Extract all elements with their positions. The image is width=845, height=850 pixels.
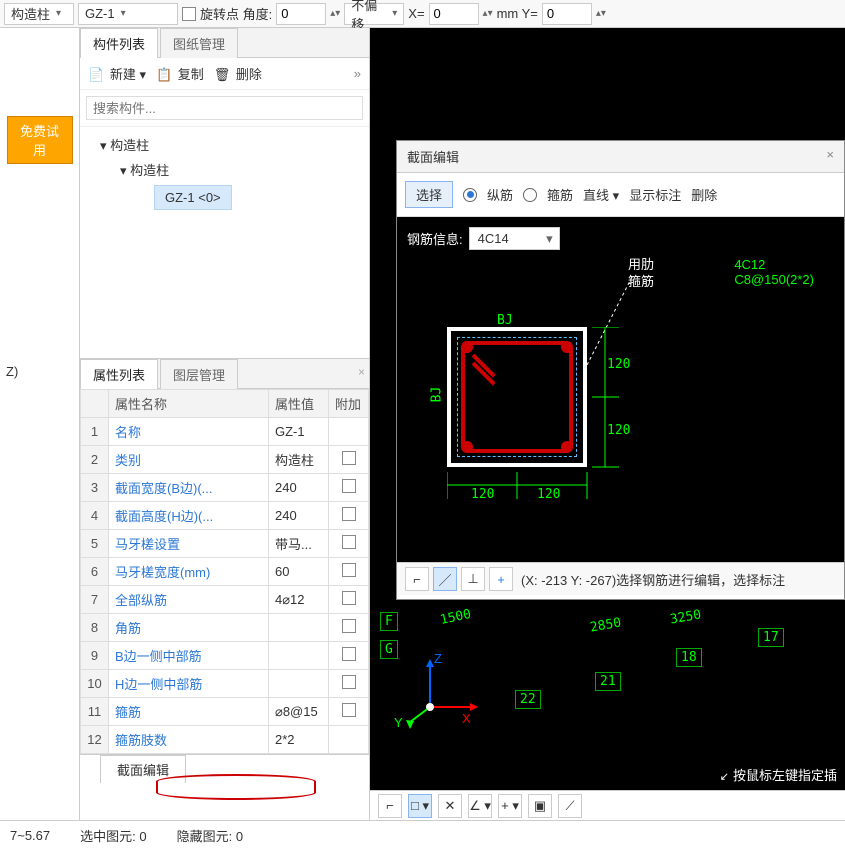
select-mode-button[interactable]: 选择 <box>405 181 453 208</box>
snap-arc-icon[interactable]: ⟋ <box>558 794 582 818</box>
property-row[interactable]: 10H边一侧中部筋 <box>81 670 369 698</box>
x-label: X= <box>408 6 424 21</box>
delete-button[interactable]: 🗑 删除 <box>214 64 262 83</box>
property-row[interactable]: 3截面宽度(B边)(...240 <box>81 474 369 502</box>
dim-bj-left: BJ <box>429 387 444 403</box>
line-tool[interactable]: 直线 ▾ <box>583 185 619 204</box>
x-input[interactable] <box>429 3 479 25</box>
rotation-label: 旋转点 角度: <box>200 4 272 23</box>
component-name-select[interactable]: GZ-1▾ <box>78 3 178 25</box>
property-row[interactable]: 2类别构造柱 <box>81 446 369 474</box>
dlg-tool-4-icon[interactable]: + <box>489 567 513 591</box>
radio-longitudinal[interactable] <box>463 188 477 202</box>
dimension-lines <box>447 327 647 507</box>
snap-plus-icon[interactable]: + ▾ <box>498 794 522 818</box>
mm-y-label: mm Y= <box>497 6 538 21</box>
annot-rebar-text: 4C12C8@150(2*2) <box>734 257 814 287</box>
checkbox[interactable] <box>342 619 356 633</box>
dlg-status-text: (X: -213 Y: -267)选择钢筋进行编辑，选择标注 <box>521 570 785 589</box>
property-row[interactable]: 1名称GZ-1 <box>81 418 369 446</box>
checkbox[interactable] <box>342 507 356 521</box>
section-editor-dialog: 截面编辑 × 选择 纵筋 箍筋 直线 ▾ 显示标注 删除 钢筋信息: 4C14 … <box>396 140 845 600</box>
property-row[interactable]: 5马牙槎设置带马... <box>81 530 369 558</box>
snap-cross-icon[interactable]: ✕ <box>438 794 462 818</box>
rebar-info-select[interactable]: 4C14 <box>469 227 560 250</box>
more-icon[interactable]: » <box>354 66 361 81</box>
status-hidden: 隐藏图元: 0 <box>177 826 243 845</box>
y-input[interactable] <box>542 3 592 25</box>
tree-node-2[interactable]: ▾ 构造柱 <box>120 160 357 179</box>
checkbox[interactable] <box>342 535 356 549</box>
status-range: 7~5.67 <box>10 828 50 843</box>
dlg-tool-3-icon[interactable]: ⊥ <box>461 567 485 591</box>
rebar-info-label: 钢筋信息: <box>407 229 463 248</box>
search-input[interactable] <box>86 96 363 120</box>
checkbox[interactable] <box>342 451 356 465</box>
tab-layer-mgmt[interactable]: 图层管理 <box>160 359 238 389</box>
rotation-checkbox[interactable] <box>182 7 196 21</box>
dlg-delete-button[interactable]: 删除 <box>691 185 717 204</box>
checkbox[interactable] <box>342 647 356 661</box>
component-type-select[interactable]: 构造柱▾ <box>4 3 74 25</box>
tree-node-1[interactable]: ▾ 构造柱 <box>100 135 357 154</box>
checkbox[interactable] <box>342 591 356 605</box>
panel-close-icon[interactable]: × <box>358 365 365 379</box>
offset-select[interactable]: 不偏移▾ <box>344 3 404 25</box>
new-button[interactable]: 📄 新建 ▾ <box>88 64 146 83</box>
property-row[interactable]: 11箍筋⌀8@15 <box>81 698 369 726</box>
radio-stirrup[interactable] <box>523 188 537 202</box>
dialog-close-icon[interactable]: × <box>826 147 834 166</box>
free-trial-button[interactable]: 免费试用 <box>7 116 73 164</box>
dlg-tool-1-icon[interactable]: ⌐ <box>405 567 429 591</box>
checkbox[interactable] <box>342 703 356 717</box>
rotation-input[interactable] <box>276 3 326 25</box>
property-row[interactable]: 8角筋 <box>81 614 369 642</box>
snap-rect-icon[interactable]: □ ▾ <box>408 794 432 818</box>
snap-angle-icon[interactable]: ∠ ▾ <box>468 794 492 818</box>
property-row[interactable]: 6马牙槎宽度(mm)60 <box>81 558 369 586</box>
property-row[interactable]: 12箍筋肢数2*2 <box>81 726 369 754</box>
dlg-tool-2-icon[interactable]: ／ <box>433 567 457 591</box>
checkbox[interactable] <box>342 479 356 493</box>
property-row[interactable]: 7全部纵筋4⌀12 <box>81 586 369 614</box>
tab-drawing-mgmt[interactable]: 图纸管理 <box>160 28 238 58</box>
copy-button[interactable]: 📋 复制 <box>156 64 204 83</box>
tree-node-selected[interactable]: GZ-1 <0> <box>154 185 232 210</box>
property-grid: 属性名称属性值附加 1名称GZ-12类别构造柱3截面宽度(B边)(...2404… <box>80 389 369 754</box>
axis-gizmo[interactable]: X Y Z <box>400 657 480 740</box>
checkbox[interactable] <box>342 675 356 689</box>
component-tree: ▾ 构造柱 ▾ 构造柱 GZ-1 <0> <box>80 127 369 218</box>
canvas-hint: ↙按鼠标左键指定插 <box>720 765 837 784</box>
snap-endpoint-icon[interactable]: ⌐ <box>378 794 402 818</box>
section-canvas[interactable]: 钢筋信息: 4C14 用肋箍筋 4C12C8@150(2*2) BJ BJ 12… <box>397 217 844 562</box>
property-row[interactable]: 9B边一侧中部筋 <box>81 642 369 670</box>
property-row[interactable]: 4截面高度(H边)(...240 <box>81 502 369 530</box>
highlight-ellipse <box>156 774 316 800</box>
tab-component-list[interactable]: 构件列表 <box>80 28 158 58</box>
status-selected: 选中图元: 0 <box>80 826 146 845</box>
snap-box-icon[interactable]: ▣ <box>528 794 552 818</box>
dim-bj-top: BJ <box>497 313 513 328</box>
dialog-title: 截面编辑 <box>407 147 459 166</box>
tab-property-list[interactable]: 属性列表 <box>80 359 158 389</box>
checkbox[interactable] <box>342 563 356 577</box>
z-label: Z) <box>0 364 79 379</box>
show-dim-button[interactable]: 显示标注 <box>629 185 681 204</box>
